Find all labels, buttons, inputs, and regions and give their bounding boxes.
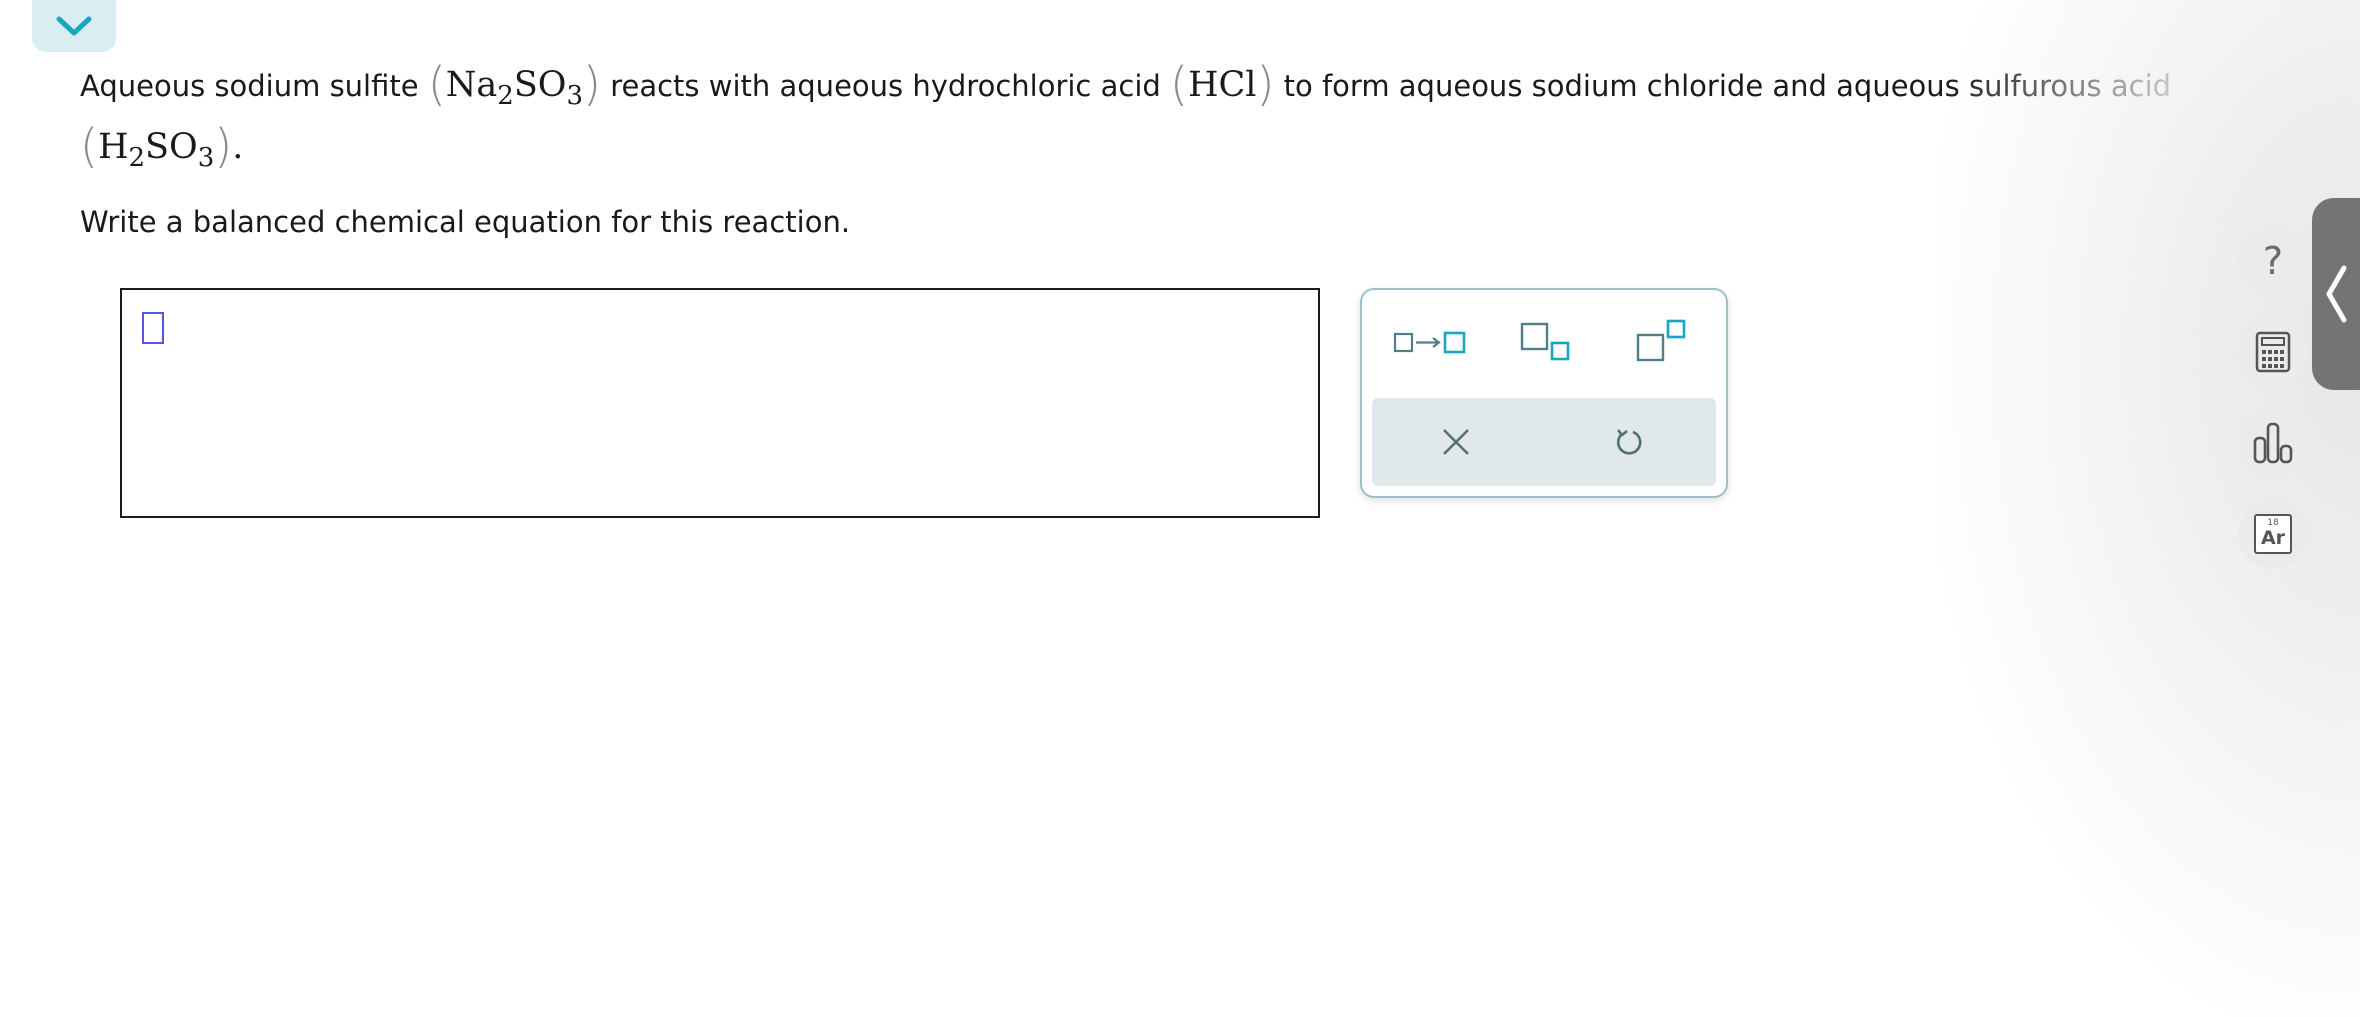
question-text-part: reacts with aqueous hydrochloric acid <box>610 69 1170 103</box>
close-icon <box>1443 429 1469 455</box>
help-icon: ? <box>2262 239 2284 283</box>
reaction-arrow-button[interactable] <box>1380 312 1480 372</box>
question-line-2: (H2SO3). <box>80 116 2160 178</box>
tool-actions-bar <box>1372 398 1716 486</box>
formula-sodium-sulfite: Na2SO3 <box>445 65 584 111</box>
undo-button[interactable] <box>1578 412 1678 472</box>
equation-tool-palette <box>1360 288 1728 498</box>
element-symbol: Ar <box>2260 527 2286 549</box>
equation-answer-input[interactable] <box>120 288 1320 518</box>
superscript-button[interactable] <box>1612 312 1712 372</box>
data-chart-button[interactable] <box>2238 408 2308 478</box>
question-line-1: Aqueous sodium sulfite (Na2SO3) reacts w… <box>80 54 2171 116</box>
input-cursor-slot[interactable] <box>142 312 164 344</box>
collapse-toggle-button[interactable] <box>32 0 116 52</box>
calculator-icon <box>2255 331 2291 373</box>
open-paren: ( <box>427 57 446 111</box>
undo-icon <box>1616 429 1642 455</box>
chevron-down-icon <box>56 16 92 36</box>
periodic-table-icon: 18 Ar <box>2254 514 2292 554</box>
close-paren: ) <box>1256 57 1275 111</box>
calculator-button[interactable] <box>2238 317 2308 387</box>
close-paren: ) <box>214 119 233 173</box>
open-paren: ( <box>80 119 98 173</box>
open-paren: ( <box>1170 57 1188 111</box>
clear-button[interactable] <box>1406 412 1506 472</box>
subscript-icon <box>1520 322 1570 361</box>
superscript-icon <box>1636 319 1686 362</box>
formula-hydrochloric-acid: HCl <box>1187 65 1257 105</box>
question-text-part: to form aqueous sodium chloride and aque… <box>1283 69 2172 103</box>
question-text-part: Aqueous sodium sulfite <box>80 69 428 103</box>
sidebar-drawer-tab[interactable] <box>2312 198 2360 390</box>
question-text: Aqueous sodium sulfite (Na2SO3) reacts w… <box>80 54 2171 244</box>
periodic-table-button[interactable]: 18 Ar <box>2238 499 2308 569</box>
formula-sulfurous-acid: H2SO3 <box>97 127 215 173</box>
bar-chart-icon <box>2253 422 2293 464</box>
subscript-button[interactable] <box>1496 312 1596 372</box>
chevron-left-icon <box>2326 265 2347 323</box>
period: . <box>232 127 244 167</box>
close-paren: ) <box>583 57 601 111</box>
reaction-arrow-icon <box>1393 331 1466 354</box>
help-button[interactable]: ? <box>2238 226 2308 296</box>
instruction-text: Write a balanced chemical equation for t… <box>80 205 851 239</box>
